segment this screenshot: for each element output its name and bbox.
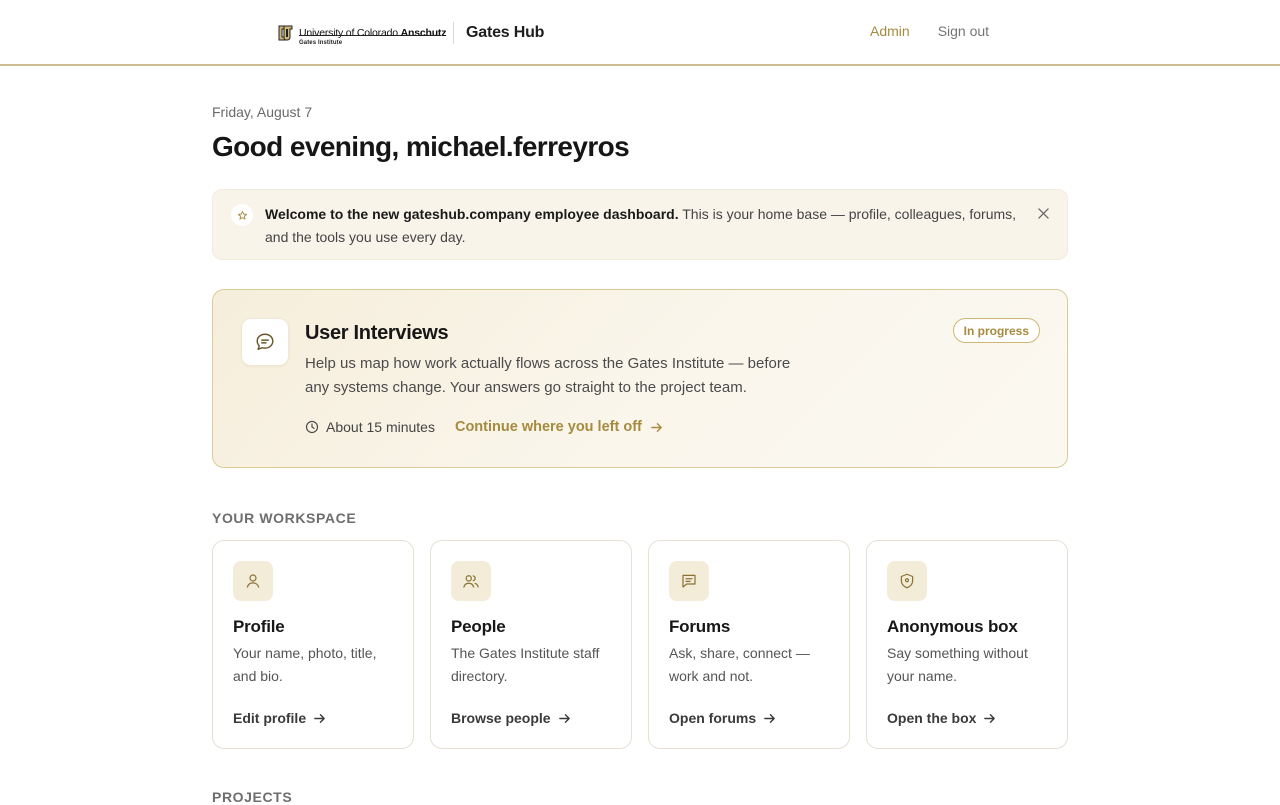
card-title: Forums [669,617,731,636]
logo-text: University of Colorado Anschutz [299,27,447,39]
chat-bubble-icon [241,318,289,366]
message-square-icon [669,561,709,601]
star-icon [231,204,253,226]
app-title[interactable]: Gates Hub [466,24,544,42]
card-title: Anonymous box [887,617,1018,636]
open-forums-link[interactable]: Open forums [669,710,776,726]
logo-divider [299,35,441,36]
close-icon[interactable] [1036,206,1050,220]
interview-meta: About 15 minutes Continue where you left… [305,419,663,435]
cu-logo-icon [276,24,294,42]
card-link-label: Open the box [887,710,977,726]
continue-interview-link[interactable]: Continue where you left off [455,419,663,435]
workspace-card-forums[interactable]: Forums Ask, share, connect — work and no… [648,540,850,749]
arrow-right-icon [983,712,996,725]
card-link-label: Edit profile [233,710,307,726]
browse-people-link[interactable]: Browse people [451,710,571,726]
arrow-right-icon [650,421,663,434]
workspace-card-profile[interactable]: Profile Your name, photo, title, and bio… [212,540,414,749]
current-date: Friday, August 7 [212,104,313,120]
user-interviews-card[interactable]: User Interviews Help us map how work act… [212,289,1068,468]
top-nav: Admin Sign out [870,23,989,39]
continue-link-label: Continue where you left off [454,419,642,435]
card-title: People [451,617,506,636]
arrow-right-icon [763,712,776,725]
logo-subtitle: Gates Institute [299,40,343,46]
interview-description: Help us map how work actually flows acro… [305,355,791,396]
workspace-cards: Profile Your name, photo, title, and bio… [212,540,1068,750]
user-icon [233,561,273,601]
workspace-section-label: YOUR WORKSPACE [212,510,357,526]
arrow-right-icon [313,712,326,725]
university-logo[interactable]: University of Colorado Anschutz Gates In… [276,16,446,50]
interview-duration: About 15 minutes [326,419,435,435]
notice-bold-text: Welcome to the new gateshub.company empl… [265,206,679,222]
brand: University of Colorado Anschutz Gates In… [276,16,544,50]
shield-icon [887,561,927,601]
workspace-card-people[interactable]: People The Gates Institute staff directo… [430,540,632,749]
projects-section-label: PROJECTS [212,789,293,805]
card-description: Your name, photo, title, and bio. [233,645,377,684]
nav-sign-out-link[interactable]: Sign out [938,23,989,39]
users-icon [451,561,491,601]
edit-profile-link[interactable]: Edit profile [233,710,326,726]
greeting-heading: Good evening, michael.ferreyros [212,131,630,162]
card-description: Ask, share, connect — work and not. [669,645,810,684]
clock-icon [305,420,319,434]
open-box-link[interactable]: Open the box [887,710,996,726]
top-bar: University of Colorado Anschutz Gates In… [0,0,1280,66]
card-description: The Gates Institute staff directory. [451,645,600,684]
card-title: Profile [233,617,285,636]
welcome-notice: Welcome to the new gateshub.company empl… [212,189,1068,260]
card-link-label: Open forums [669,710,757,726]
status-badge: In progress [952,318,1040,343]
card-description: Say something without your name. [887,645,1028,684]
arrow-right-icon [558,712,571,725]
workspace-card-anonymous-box[interactable]: Anonymous box Say something without your… [866,540,1068,749]
nav-admin-link[interactable]: Admin [870,23,910,39]
interview-title: User Interviews [305,322,449,344]
card-link-label: Browse people [451,710,551,726]
brand-divider [453,22,454,44]
notice-text: Welcome to the new gateshub.company empl… [265,203,1025,249]
